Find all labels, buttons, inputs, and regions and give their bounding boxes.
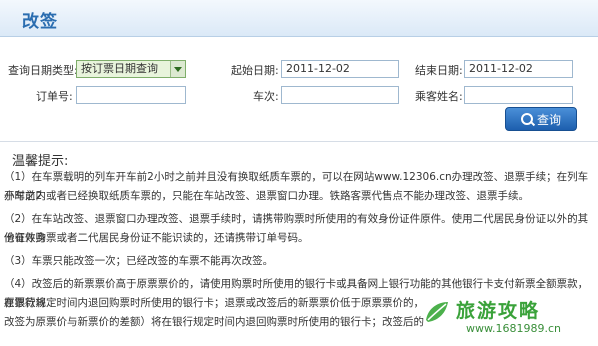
start-date-input[interactable]: 2011-12-02 <box>281 60 399 78</box>
title-bar: 改签 <box>0 0 598 37</box>
chevron-down-icon[interactable] <box>170 61 185 77</box>
train-no-label: 车次: <box>253 90 279 103</box>
tip-1-line-2: 小时之内或者已经换取纸质车票的，只能在车站改签、退票窗口办理。铁路客票代售点不能… <box>4 190 529 202</box>
query-type-value: 按订票日期查询 <box>81 62 158 75</box>
passenger-name-input[interactable] <box>464 86 573 104</box>
order-no-input[interactable] <box>76 86 186 104</box>
leaf-logo-icon <box>426 302 448 322</box>
watermark-url: www.1681989.cn <box>466 322 561 335</box>
watermark: 旅游攻略 www.1681989.cn <box>422 292 592 342</box>
page-title: 改签 <box>22 12 58 32</box>
start-date-label: 起始日期: <box>231 64 279 77</box>
end-date-label: 结束日期: <box>415 64 463 77</box>
tips-heading: 温馨提示: <box>12 154 69 169</box>
end-date-input[interactable]: 2011-12-02 <box>464 60 573 78</box>
divider <box>0 141 598 142</box>
train-no-input[interactable] <box>281 86 399 104</box>
tip-2-line-2: 份证件购票或者二代居民身份证不能识读的，还请携带订单号码。 <box>4 232 309 244</box>
query-type-select[interactable]: 按订票日期查询 <box>76 60 186 78</box>
order-no-label: 订单号: <box>36 90 73 103</box>
passenger-label: 乘客姓名: <box>415 90 463 103</box>
watermark-brand: 旅游攻略 <box>456 300 541 322</box>
query-button-label: 查询 <box>536 113 561 127</box>
query-type-label: 查询日期类型: <box>8 64 78 77</box>
tip-3: （3）车票只能改签一次；已经改签的车票不能再次改签。 <box>4 255 274 267</box>
query-button[interactable]: 查询 <box>505 107 577 131</box>
search-icon <box>520 113 533 125</box>
